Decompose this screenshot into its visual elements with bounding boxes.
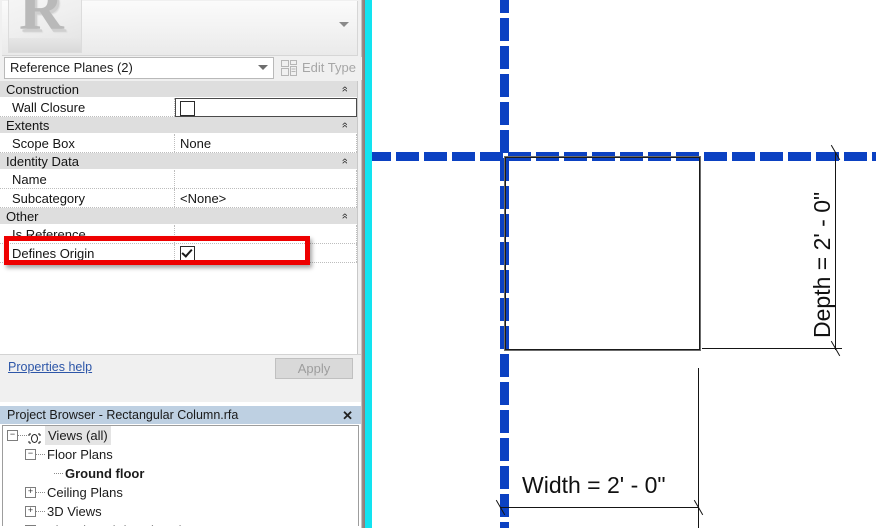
type-preview-row: R: [2, 0, 358, 56]
tree-connector: [36, 454, 45, 456]
collapse-toggle-icon[interactable]: −: [25, 449, 36, 460]
properties-help-link[interactable]: Properties help: [8, 360, 92, 374]
project-browser-panel: Project Browser - Rectangular Column.rfa…: [0, 402, 362, 528]
width-dimension-line[interactable]: [500, 507, 698, 508]
project-browser-title: Project Browser - Rectangular Column.rfa: [7, 408, 239, 422]
double-chevron-up-icon[interactable]: »: [338, 210, 352, 222]
tree-item-label: Views (all): [45, 426, 111, 445]
parameter-row[interactable]: Is Reference: [0, 225, 357, 244]
double-chevron-up-icon[interactable]: »: [338, 83, 352, 95]
family-type-thumbnail: R: [8, 0, 82, 53]
parameter-row[interactable]: Name: [0, 170, 357, 189]
parameter-name: Wall Closure: [0, 98, 175, 116]
depth-dimension-label[interactable]: Depth = 2' - 0": [809, 192, 836, 338]
double-chevron-up-icon[interactable]: »: [338, 119, 352, 131]
parameter-group-label: Construction: [6, 82, 79, 97]
width-witness-line-right: [698, 368, 699, 528]
apply-button[interactable]: Apply: [275, 358, 353, 379]
tree-item-label: Floor Plans: [47, 447, 113, 462]
tree-item-label: Elevations (Elevation 1): [47, 521, 184, 526]
tree-item-label: Ceiling Plans: [47, 485, 123, 500]
parameter-name: Is Reference: [0, 225, 175, 243]
parameter-value[interactable]: [175, 225, 357, 243]
canvas-edge-highlight-strip: [365, 0, 372, 528]
parameter-row[interactable]: Defines Origin: [0, 244, 357, 263]
type-preview-chevron-down-icon[interactable]: [339, 22, 349, 27]
tree-item[interactable]: + Ceiling Plans: [3, 483, 358, 502]
parameter-checkbox[interactable]: [180, 246, 195, 261]
revit-family-editor-window: R Reference Planes (2) Edit Type Constru…: [0, 0, 876, 528]
chevron-down-icon[interactable]: [258, 65, 268, 71]
tree-connector: [18, 435, 27, 437]
tree-item[interactable]: Ground floor: [3, 464, 358, 483]
project-browser-title-bar: Project Browser - Rectangular Column.rfa…: [0, 405, 361, 424]
parameter-group-label: Identity Data: [6, 154, 79, 169]
parameter-group-header[interactable]: Identity Data »: [0, 153, 357, 170]
parameter-value[interactable]: None: [175, 134, 357, 152]
type-selector-row: Reference Planes (2) Edit Type: [0, 57, 362, 80]
drawing-canvas[interactable]: Depth = 2' - 0" Width = 2' - 0": [372, 0, 876, 528]
tree-item[interactable]: +3D Views: [3, 502, 358, 521]
depth-witness-line-bottom: [702, 348, 842, 349]
properties-footer: Properties help Apply: [0, 354, 361, 383]
expand-toggle-icon[interactable]: +: [25, 487, 36, 498]
edit-type-icon: [281, 60, 298, 76]
tree-connector: [54, 473, 63, 475]
parameter-group-header[interactable]: Other »: [0, 208, 357, 225]
column-profile-rectangle[interactable]: [504, 156, 701, 351]
parameter-name: Subcategory: [0, 189, 175, 207]
parameter-name: Name: [0, 170, 175, 188]
close-icon[interactable]: ✕: [342, 409, 353, 423]
parameter-value[interactable]: [175, 98, 357, 117]
parameter-name: Scope Box: [0, 134, 175, 152]
parameter-value[interactable]: [175, 244, 357, 262]
tree-item-label: 3D Views: [47, 504, 102, 519]
width-dimension-label[interactable]: Width = 2' - 0": [522, 472, 666, 499]
parameter-group-label: Other: [6, 209, 39, 224]
edit-type-label: Edit Type: [302, 60, 356, 75]
type-selector-value: Reference Planes (2): [10, 60, 133, 75]
parameter-group-label: Extents: [6, 118, 50, 133]
revit-r-logo-icon: R: [19, 0, 64, 43]
parameter-row[interactable]: Scope Box None: [0, 134, 357, 153]
parameter-row[interactable]: Subcategory <None>: [0, 189, 357, 208]
project-browser-tree[interactable]: − Views (all) − Floor Plans Ground floor + Cei…: [2, 425, 359, 526]
parameter-group-header[interactable]: Construction »: [0, 81, 357, 98]
tree-connector: [36, 492, 45, 494]
parameter-value[interactable]: [175, 170, 357, 188]
properties-palette: R Reference Planes (2) Edit Type Constru…: [0, 0, 362, 402]
parameter-name: Defines Origin: [0, 244, 175, 262]
views-icon: [28, 430, 41, 444]
expand-toggle-icon[interactable]: +: [25, 506, 36, 517]
tree-item-label: Ground floor: [65, 466, 145, 481]
parameter-value[interactable]: <None>: [175, 189, 357, 207]
parameter-group-header[interactable]: Extents »: [0, 117, 357, 134]
tree-item[interactable]: + Elevations (Elevation 1): [3, 521, 358, 526]
double-chevron-up-icon[interactable]: »: [338, 155, 352, 167]
collapse-toggle-icon[interactable]: −: [7, 430, 18, 441]
tree-item[interactable]: − Floor Plans: [3, 445, 358, 464]
parameter-grid[interactable]: Construction » Wall Closure Extents » Scope B…: [0, 81, 358, 371]
expand-toggle-icon[interactable]: +: [25, 525, 36, 526]
left-dock: R Reference Planes (2) Edit Type Constru…: [0, 0, 362, 528]
type-selector-combobox[interactable]: Reference Planes (2): [4, 57, 274, 79]
parameter-row[interactable]: Wall Closure: [0, 98, 357, 117]
tree-item[interactable]: − Views (all): [3, 426, 358, 445]
parameter-checkbox[interactable]: [180, 101, 195, 116]
tree-connector: [36, 511, 45, 513]
